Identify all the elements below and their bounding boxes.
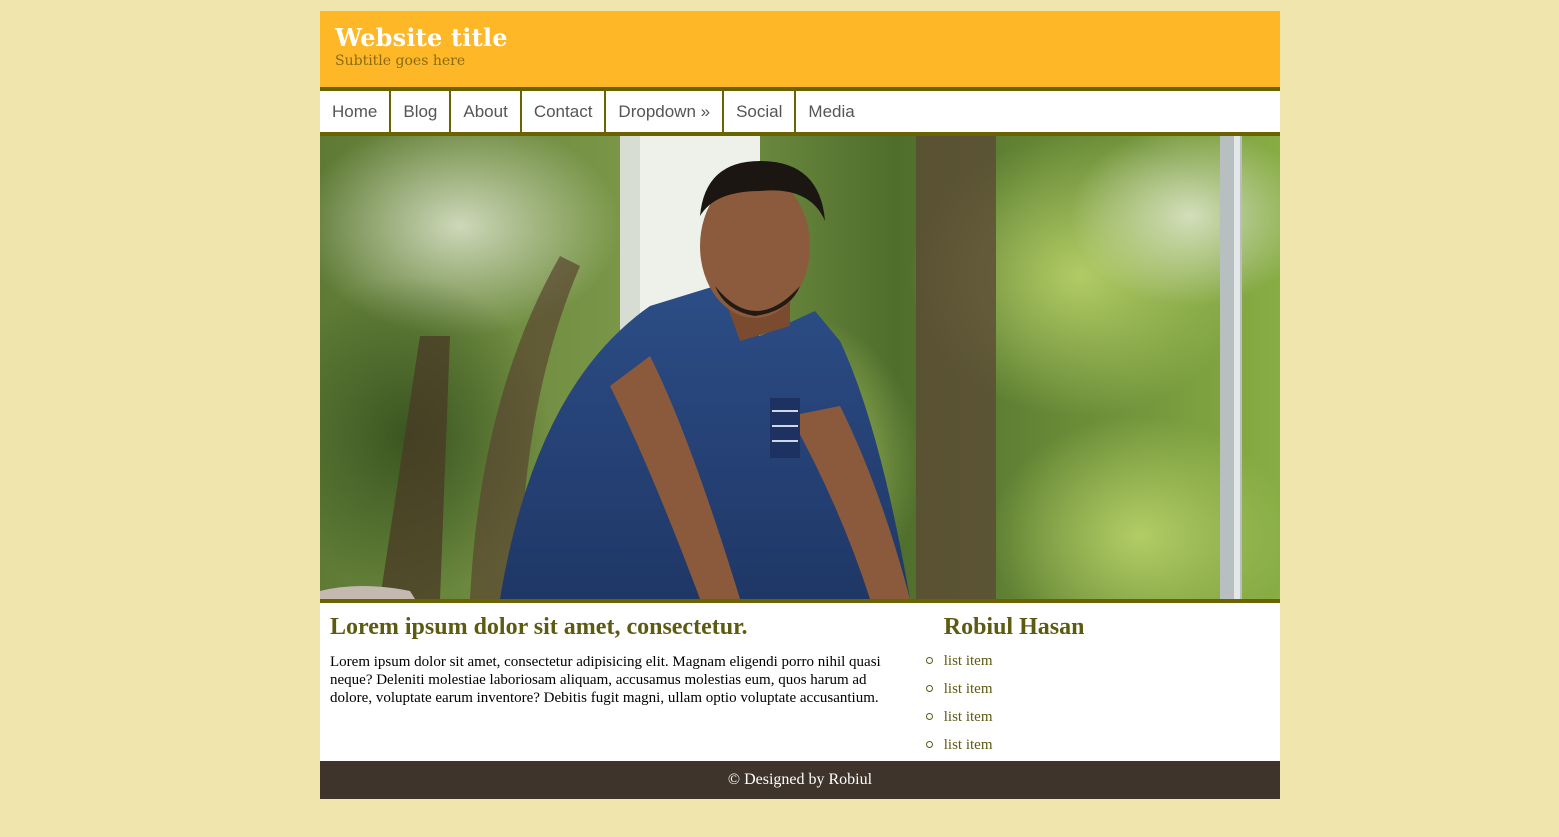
site-title[interactable]: Website title (335, 23, 508, 52)
footer-credit: © Designed by Robiul (727, 771, 873, 788)
circle-bullet-icon (925, 741, 933, 748)
circle-bullet-icon (925, 713, 933, 720)
list-item: list item (925, 731, 1280, 759)
list-item-label: list item (943, 653, 993, 669)
nav-item-media[interactable]: Media (796, 91, 866, 132)
sidebar-heading: Robiul Hasan (943, 614, 1085, 640)
circle-bullet-icon (925, 657, 933, 664)
sidebar: Robiul Hasan list item list item list it… (925, 603, 1280, 761)
list-item: list item (925, 703, 1280, 731)
list-item-label: list item (943, 737, 993, 753)
hero-image (320, 136, 1280, 603)
site-header: Website title Subtitle goes here (320, 11, 1280, 91)
nav-item-home[interactable]: Home (320, 91, 392, 132)
content-area: Lorem ipsum dolor sit amet, consectetur.… (320, 603, 1280, 761)
list-item-label: list item (943, 681, 993, 697)
main-article: Lorem ipsum dolor sit amet, consectetur.… (320, 603, 904, 761)
page-wrapper: Website title Subtitle goes here Home Bl… (320, 11, 1280, 799)
site-subtitle: Subtitle goes here (335, 53, 466, 69)
nav-item-blog[interactable]: Blog (391, 91, 452, 132)
nav-item-about[interactable]: About (451, 91, 522, 132)
article-paragraph: Lorem ipsum dolor sit amet, consectetur … (330, 654, 881, 706)
main-nav: Home Blog About Contact Dropdown » Socia… (320, 91, 1280, 136)
nav-item-contact[interactable]: Contact (522, 91, 607, 132)
list-item: list item (925, 675, 1280, 703)
nav-item-social[interactable]: Social (724, 91, 797, 132)
circle-bullet-icon (925, 685, 933, 692)
nav-item-dropdown[interactable]: Dropdown » (606, 91, 725, 132)
article-heading: Lorem ipsum dolor sit amet, consectetur. (330, 614, 748, 640)
list-item-label: list item (943, 709, 993, 725)
person-photo-icon (320, 136, 1280, 599)
list-item: list item (925, 647, 1280, 675)
sidebar-list: list item list item list item list item (925, 647, 1280, 759)
site-footer: © Designed by Robiul (320, 761, 1280, 799)
